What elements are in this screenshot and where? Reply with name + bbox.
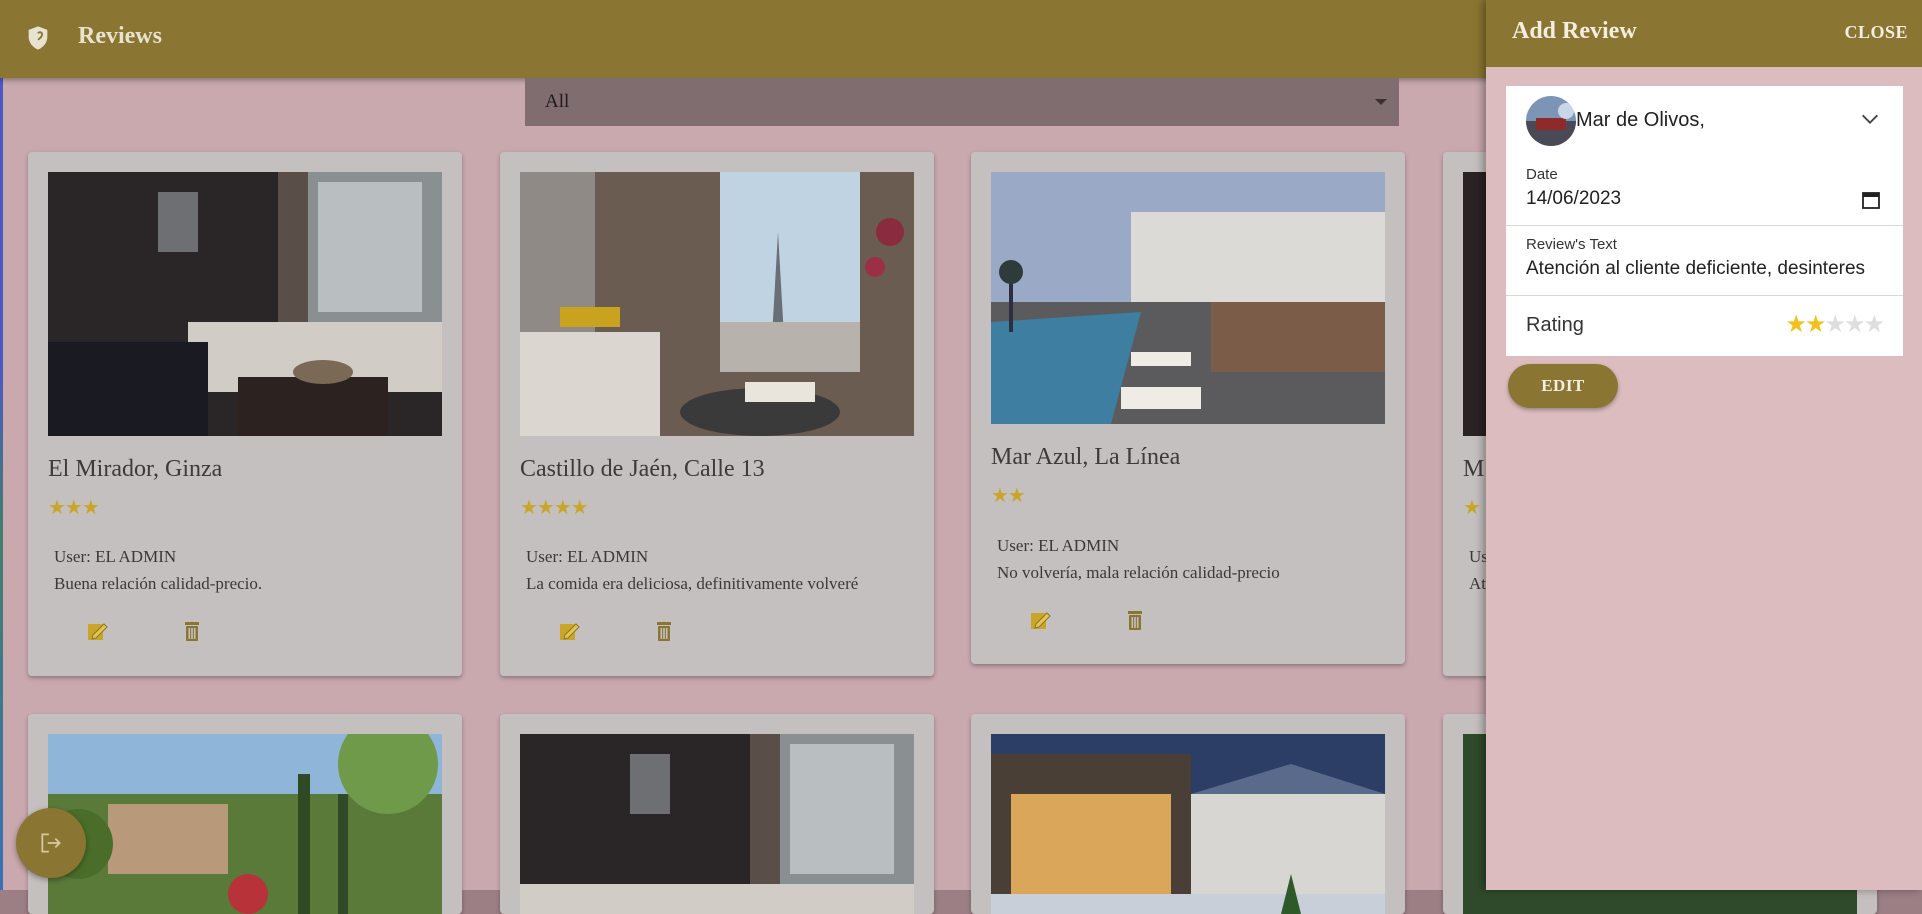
hotel-night-image [991, 734, 1385, 914]
review-text: Buena relación calidad-precio. [54, 574, 263, 593]
calendar-icon[interactable] [1861, 190, 1881, 210]
star-icon[interactable]: ★ [1805, 312, 1826, 338]
review-form: Mar de Olivos, Date 14/06/2023 Review's … [1506, 86, 1903, 356]
hotel-avatar [1526, 96, 1576, 146]
hotel-room-image [520, 734, 914, 914]
star-rating: ★★★★ [520, 497, 589, 519]
hotel-garden-image [48, 734, 442, 914]
edit-note-icon[interactable] [557, 619, 581, 643]
review-card: Castillo de Jaén, Calle 13 ★★★★ User: EL… [500, 152, 934, 676]
logout-icon [41, 833, 61, 853]
review-user: User: EL ADMIN [526, 547, 649, 566]
review-user: User: EL ADMIN [997, 536, 1120, 555]
star-rating: ★★★ [48, 497, 100, 519]
edit-note-icon[interactable] [1028, 608, 1052, 632]
trash-icon[interactable] [180, 619, 204, 643]
chevron-down-icon [1862, 114, 1878, 124]
star-rating: ★★ [991, 485, 1026, 507]
window-edge [0, 0, 3, 890]
edit-button[interactable]: EDIT [1508, 364, 1618, 408]
hotel-select-value: Mar de Olivos, [1576, 109, 1705, 131]
hotel-pool-image [991, 172, 1385, 424]
star-icon[interactable]: ★ [1824, 312, 1845, 338]
hotel-name: M [1463, 456, 1485, 482]
hotel-name: Castillo de Jaén, Calle 13 [520, 456, 765, 482]
review-text: No volvería, mala relación calidad-preci… [997, 563, 1280, 582]
review-text: At [1469, 574, 1486, 593]
edit-note-icon[interactable] [85, 619, 109, 643]
drawer-header: Add Review CLOSE [1486, 0, 1922, 67]
rating-stars[interactable]: ★★★★★ [1785, 310, 1885, 339]
dropdown-arrow-icon [1375, 99, 1387, 105]
filter-value: All [545, 91, 570, 112]
review-card: Mar Azul, La Línea ★★ User: EL ADMIN No … [971, 152, 1405, 664]
hotel-select[interactable]: Mar de Olivos, [1506, 86, 1903, 158]
review-card [28, 714, 462, 914]
date-field[interactable]: Date 14/06/2023 [1506, 158, 1903, 226]
review-text-label: Review's Text [1526, 236, 1617, 253]
star-rating: ★ [1463, 497, 1481, 519]
heart-shield-icon[interactable] [24, 24, 52, 52]
star-icon[interactable]: ★ [1785, 312, 1806, 338]
logout-button[interactable] [16, 808, 86, 878]
review-user: User: EL ADMIN [54, 547, 177, 566]
trash-icon[interactable] [652, 619, 676, 643]
hotel-filter-select[interactable]: All [525, 78, 1399, 126]
review-card: El Mirador, Ginza ★★★ User: EL ADMIN Bue… [28, 152, 462, 676]
drawer-title: Add Review [1512, 18, 1637, 44]
trash-icon[interactable] [1123, 608, 1147, 632]
review-card [500, 714, 934, 914]
review-text-input[interactable]: Atención al cliente deficiente, desinter… [1526, 258, 1865, 280]
star-icon[interactable]: ★ [1863, 312, 1884, 338]
date-input[interactable]: 14/06/2023 [1526, 188, 1621, 210]
hotel-name: Mar Azul, La Línea [991, 444, 1181, 470]
hotel-name: El Mirador, Ginza [48, 456, 223, 482]
review-card [971, 714, 1405, 914]
date-label: Date [1526, 166, 1558, 183]
review-text: La comida era deliciosa, definitivamente… [526, 574, 859, 593]
hotel-room-image [48, 172, 442, 436]
review-text-field[interactable]: Review's Text Atención al cliente defici… [1506, 226, 1903, 296]
close-button[interactable]: CLOSE [1844, 22, 1908, 43]
star-icon[interactable]: ★ [1844, 312, 1865, 338]
hotel-room-image [520, 172, 914, 436]
add-review-drawer: Add Review CLOSE Mar de Olivos, Date 14/… [1486, 0, 1922, 890]
page-title: Reviews [78, 23, 162, 49]
rating-label: Rating [1526, 314, 1584, 336]
